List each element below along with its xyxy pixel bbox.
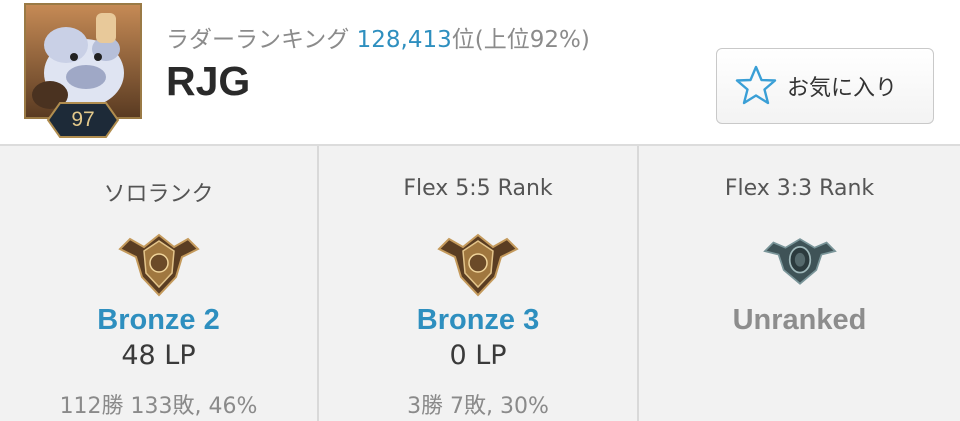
win-loss-record: 112勝 133敗, 46% xyxy=(59,394,258,419)
profile-header: 97 ラダーランキング 128,413位(上位92%) RJG お気に入り xyxy=(0,0,960,146)
level-badge: 97 xyxy=(46,101,120,139)
rank-tier: Bronze 3 xyxy=(416,304,540,336)
favorite-label: お気に入り xyxy=(787,76,898,101)
rank-tier: Unranked xyxy=(732,304,867,336)
league-points: 48 LP xyxy=(121,340,196,371)
league-points: 0 LP xyxy=(449,340,507,371)
ladder-ranking: ラダーランキング 128,413位(上位92%) xyxy=(166,20,590,54)
ladder-rank-suffix: 位(上位92%) xyxy=(451,27,590,53)
profile-avatar-group: 97 xyxy=(24,3,142,138)
star-outline-icon xyxy=(735,65,777,105)
win-loss-record: 3勝 7敗, 30% xyxy=(407,394,549,419)
favorite-button[interactable]: お気に入り xyxy=(716,48,934,124)
level-number: 97 xyxy=(71,108,95,131)
ladder-rank-number: 128,413 xyxy=(356,27,452,53)
queue-name: Flex 5:5 Rank xyxy=(403,176,553,201)
rank-panel-flex-3v3[interactable]: Flex 3:3 Rank Unranked xyxy=(639,146,960,421)
rank-panel-solo[interactable]: ソロランク Bronze 2 48 LP 112勝 133敗, 46% xyxy=(0,146,319,421)
rank-tier: Bronze 2 xyxy=(97,304,220,336)
summoner-name: RJG xyxy=(166,58,251,104)
queue-name: Flex 3:3 Rank xyxy=(724,176,875,201)
rank-panel-flex-5v5[interactable]: Flex 5:5 Rank Bronze 3 0 LP 3勝 7敗, 30% xyxy=(319,146,639,421)
ladder-label: ラダーランキング xyxy=(166,27,350,53)
bronze-emblem-icon xyxy=(437,233,519,297)
bronze-emblem-icon xyxy=(117,233,200,297)
queue-name: ソロランク xyxy=(103,182,214,207)
rank-panels: ソロランク Bronze 2 48 LP 112勝 133敗, 46% Flex… xyxy=(0,146,960,421)
unranked-emblem-icon xyxy=(762,238,837,285)
